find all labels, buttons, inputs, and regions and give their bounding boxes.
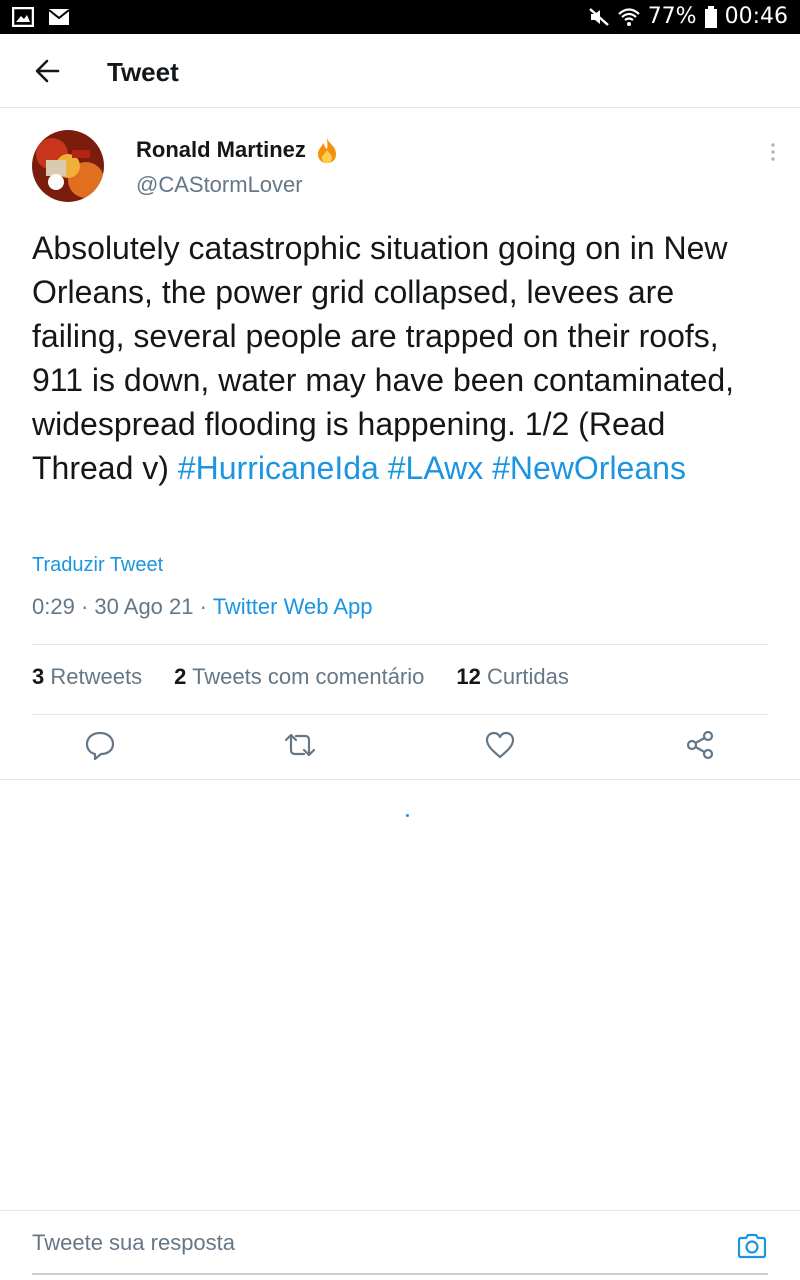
reply-input-underline — [32, 1273, 768, 1275]
meta-separator: · — [80, 594, 89, 619]
clock: 00:46 — [724, 4, 788, 29]
tweet-meta: 0:29 · 30 Ago 21 · Twitter Web App — [32, 594, 372, 620]
arrow-left-icon[interactable] — [30, 56, 66, 86]
divider — [32, 714, 768, 715]
divider — [32, 644, 768, 645]
battery-icon — [704, 5, 717, 28]
hashtag-link[interactable]: #HurricaneIda — [178, 450, 379, 486]
likes-count: 12 — [456, 664, 481, 689]
share-icon[interactable] — [683, 728, 717, 762]
tweet-action-bar — [0, 728, 800, 768]
meta-separator: · — [199, 594, 207, 619]
tweet-stats: 3 Retweets 2 Tweets com comentário 12 Cu… — [32, 664, 569, 690]
quotes-count: 2 — [174, 664, 187, 689]
likes-stat[interactable]: 12 Curtidas — [456, 664, 569, 690]
page-title: Tweet — [107, 57, 179, 87]
tweet-source-link[interactable]: Twitter Web App — [213, 594, 373, 619]
fire-emoji-icon — [317, 138, 336, 163]
retweet-icon[interactable] — [283, 728, 317, 762]
avatar[interactable] — [32, 130, 104, 202]
hashtag-link[interactable]: #LAwx — [388, 450, 483, 486]
image-icon — [12, 7, 34, 27]
status-bar: 77% 00:46 — [0, 0, 800, 34]
retweets-stat[interactable]: 3 Retweets — [32, 664, 142, 690]
reply-icon[interactable] — [83, 728, 117, 762]
hashtag-link[interactable]: #NewOrleans — [492, 450, 686, 486]
tweet-text: Absolutely catastrophic situation going … — [32, 226, 772, 490]
loading-indicator — [406, 814, 409, 817]
mute-icon — [588, 7, 609, 26]
retweets-count: 3 — [32, 664, 45, 689]
battery-percent: 77% — [647, 4, 697, 29]
author-name[interactable]: Ronald Martinez — [136, 136, 342, 164]
author-handle[interactable]: @CAStormLover — [136, 172, 303, 198]
quotes-label: Tweets com comentário — [192, 664, 425, 689]
tweet-text-body: Absolutely catastrophic situation going … — [32, 230, 735, 486]
mail-icon — [48, 9, 70, 25]
wifi-icon — [617, 7, 640, 26]
retweets-label: Retweets — [50, 664, 143, 689]
more-options-icon[interactable] — [766, 140, 780, 164]
top-app-bar: Tweet — [0, 34, 800, 108]
like-icon[interactable] — [483, 728, 517, 762]
camera-icon[interactable] — [736, 1231, 768, 1261]
tweet-time: 0:29 — [32, 594, 75, 619]
translate-tweet-link[interactable]: Traduzir Tweet — [32, 554, 163, 577]
likes-label: Curtidas — [486, 664, 569, 689]
tweet-date: 30 Ago 21 — [94, 594, 194, 619]
reply-bar — [0, 1210, 800, 1280]
quotes-stat[interactable]: 2 Tweets com comentário — [174, 664, 424, 690]
reply-input[interactable] — [32, 1225, 722, 1261]
section-divider — [0, 779, 800, 780]
author-name-text: Ronald Martinez — [136, 137, 306, 162]
